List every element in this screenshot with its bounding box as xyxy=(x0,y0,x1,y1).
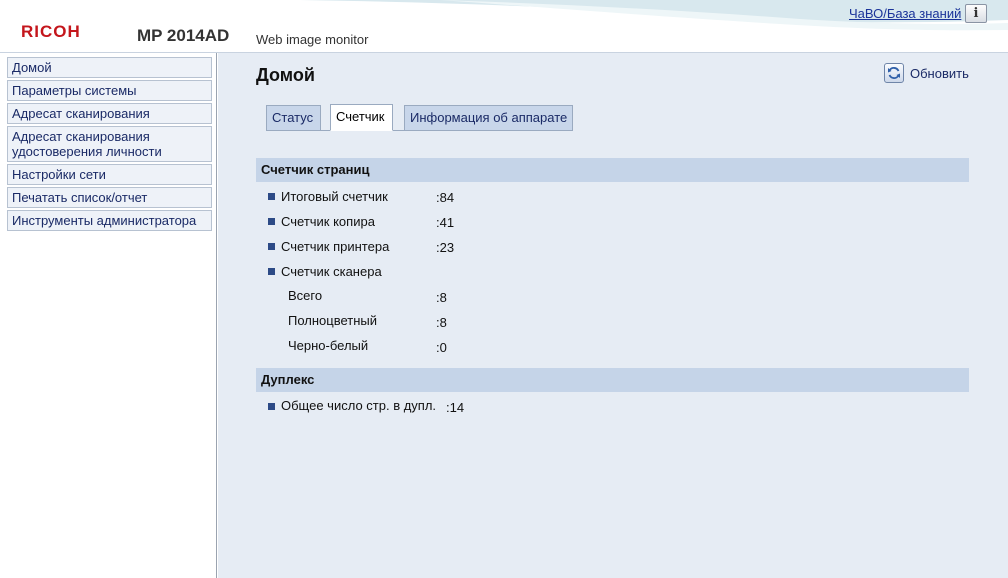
refresh-button[interactable]: Обновить xyxy=(884,63,969,83)
sidebar-item-scan-destination[interactable]: Адресат сканирования xyxy=(7,103,212,124)
sidebar-item-network-settings[interactable]: Настройки сети xyxy=(7,164,212,185)
row-value-total-counter: :84 xyxy=(436,190,455,205)
sidebar: Домой Параметры системы Адресат сканиров… xyxy=(0,53,217,578)
row-label-scanner-counter: Счетчик сканера xyxy=(281,264,382,279)
sidebar-item-print-list-report[interactable]: Печатать список/отчет xyxy=(7,187,212,208)
row-label-printer-counter: Счетчик принтера xyxy=(281,239,390,254)
sidebar-item-home[interactable]: Домой xyxy=(7,57,212,78)
section-heading-duplex: Дуплекс xyxy=(256,368,969,392)
bullet-icon xyxy=(268,268,275,275)
section-heading-page-counter: Счетчик страниц xyxy=(256,158,969,182)
row-label-scanner-black-white: Черно-белый xyxy=(288,338,369,353)
row-label-copier-counter: Счетчик копира xyxy=(281,214,375,229)
page-title: Домой xyxy=(256,65,315,85)
bullet-icon xyxy=(268,218,275,225)
row-value-duplex-total: :14 xyxy=(446,400,465,415)
row-label-scanner-total: Всего xyxy=(288,288,323,303)
header: RICOH MP 2014AD Web image monitor ЧаВО/Б… xyxy=(0,0,1008,53)
app-name: Web image monitor xyxy=(256,32,369,47)
sidebar-item-admin-tools[interactable]: Инструменты администратора xyxy=(7,210,212,231)
tab-device-info[interactable]: Информация об аппарате xyxy=(404,105,573,131)
row-label-scanner-full-color: Полноцветный xyxy=(288,313,378,328)
sidebar-item-system-settings[interactable]: Параметры системы xyxy=(7,80,212,101)
row-value-copier-counter: :41 xyxy=(436,215,455,230)
row-value-scanner-total: :8 xyxy=(436,290,447,305)
refresh-label: Обновить xyxy=(910,65,969,81)
row-label-duplex-total: Общее число стр. в дупл. xyxy=(281,398,437,413)
row-value-scanner-full-color: :8 xyxy=(436,315,447,330)
row-value-printer-counter: :23 xyxy=(436,240,455,255)
faq-knowledge-base-link[interactable]: ЧаВО/База знаний xyxy=(849,6,961,21)
ricoh-logo: RICOH xyxy=(21,22,81,41)
bullet-icon xyxy=(268,193,275,200)
tab-counter[interactable]: Счетчик xyxy=(330,104,393,131)
row-label-total-counter: Итоговый счетчик xyxy=(281,189,388,204)
info-icon[interactable]: i xyxy=(965,4,987,23)
model-name: MP 2014AD xyxy=(137,26,230,45)
tab-status[interactable]: Статус xyxy=(266,105,321,131)
bullet-icon xyxy=(268,243,275,250)
row-value-scanner-black-white: :0 xyxy=(436,340,447,355)
sidebar-item-id-scan-destination[interactable]: Адресат сканирования удостоверения лично… xyxy=(7,126,212,162)
refresh-icon xyxy=(884,63,904,83)
bullet-icon xyxy=(268,403,275,410)
main-content: Домой Обновить Статус Счетчик Информация… xyxy=(218,53,1008,578)
